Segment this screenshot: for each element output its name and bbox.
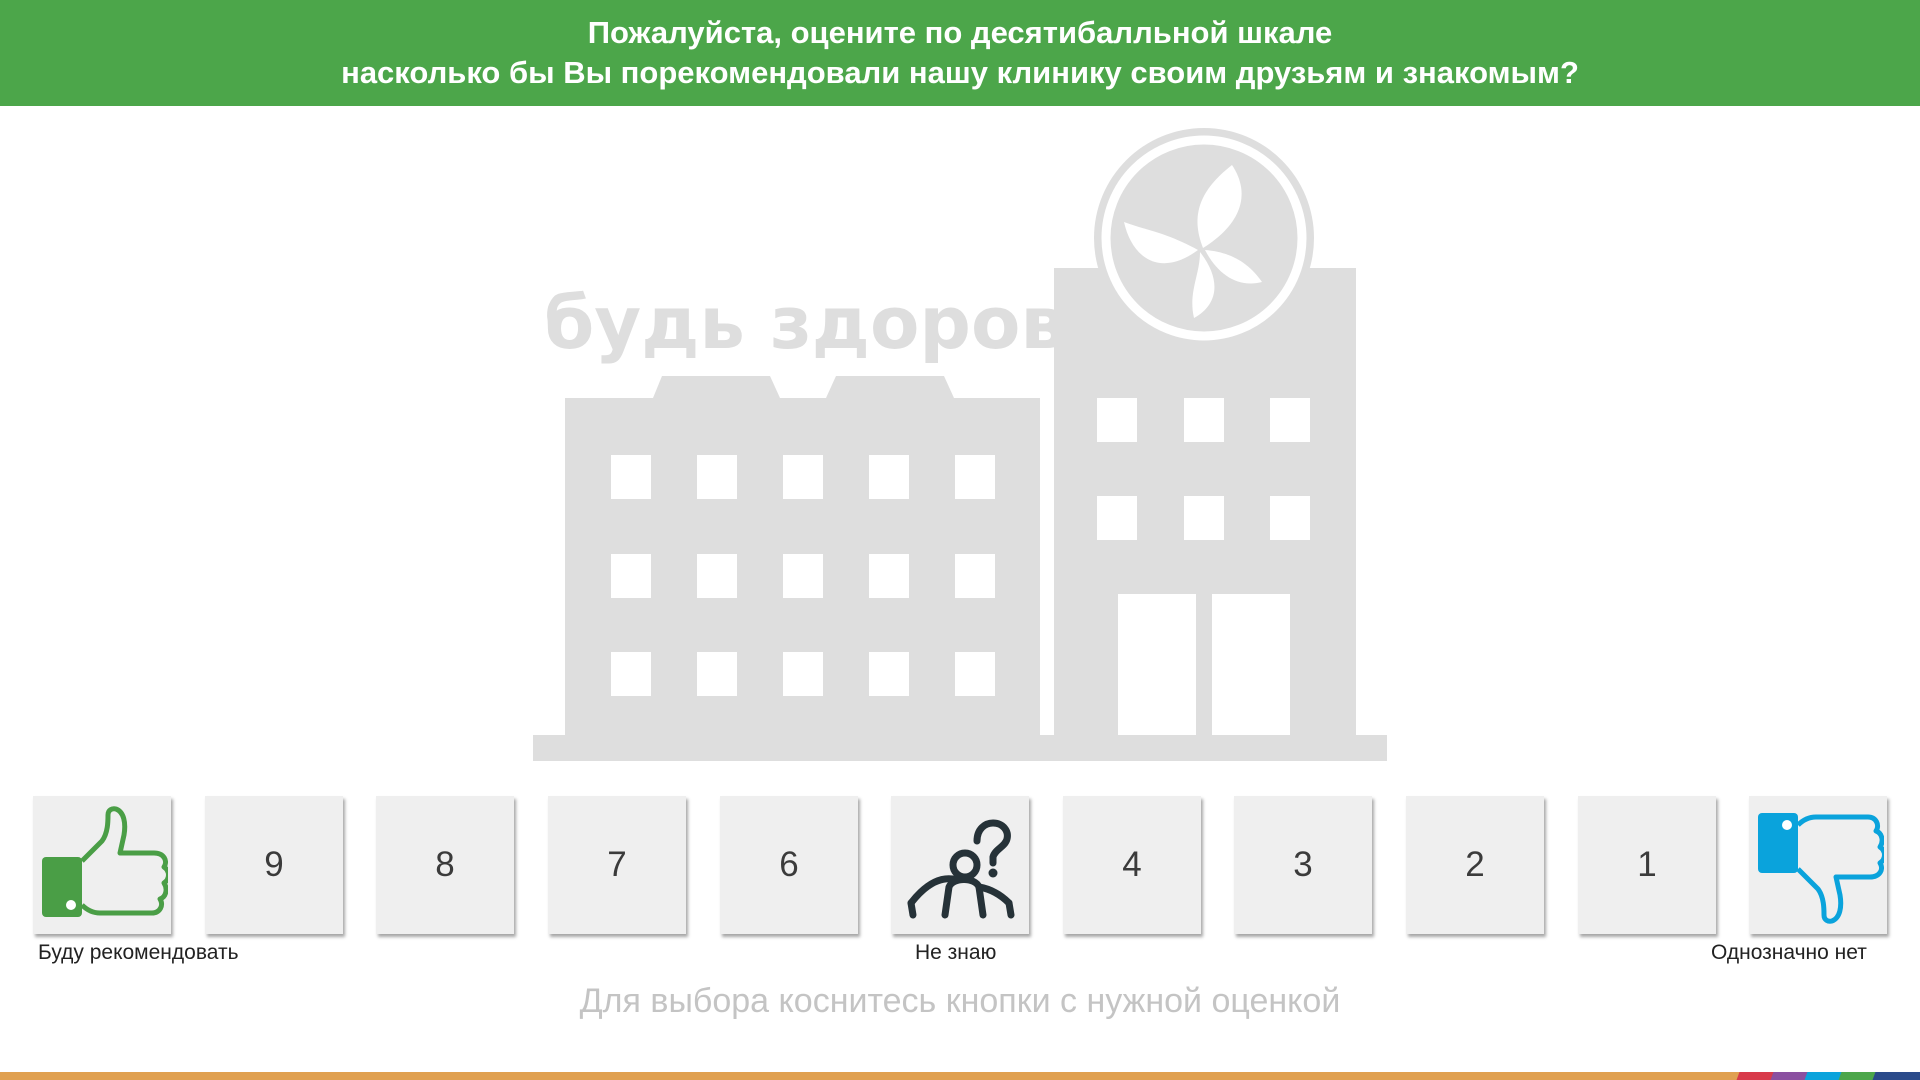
rating-button-2[interactable]: 2	[1406, 796, 1544, 934]
rating-button-10[interactable]	[33, 796, 171, 934]
question-line-1: Пожалуйста, оцените по десятибалльной шк…	[587, 15, 1333, 50]
selection-hint: Для выбора коснитесь кнопки с нужной оце…	[579, 982, 1341, 1020]
question-person-icon	[907, 819, 1015, 919]
rating-button-0[interactable]	[1749, 796, 1887, 934]
question-line-2: насколько бы Вы порекомендовали нашу кли…	[341, 55, 1579, 90]
bottom-decorative-bar	[0, 1072, 1920, 1080]
caption-dont-know: Не знаю	[915, 941, 997, 964]
caption-recommend: Буду рекомендовать	[38, 941, 239, 964]
thumbs-down-icon	[1758, 813, 1884, 924]
caption-definitely-not: Однозначно нет	[1711, 941, 1867, 964]
rating-button-1[interactable]: 1	[1578, 796, 1716, 934]
rating-button-3[interactable]: 3	[1234, 796, 1372, 934]
rating-button-7[interactable]: 7	[548, 796, 686, 934]
question-header: Пожалуйста, оцените по десятибалльной шк…	[0, 0, 1920, 106]
clinic-illustration: будь здоров	[0, 106, 1920, 766]
rating-button-4[interactable]: 4	[1063, 796, 1201, 934]
rating-button-6[interactable]: 6	[720, 796, 858, 934]
rating-button-dont-know[interactable]	[891, 796, 1029, 934]
rating-button-8[interactable]: 8	[376, 796, 514, 934]
thumbs-up-icon	[42, 806, 168, 917]
clinic-building-icon: будь здоров	[533, 128, 1387, 761]
rating-button-9[interactable]: 9	[205, 796, 343, 934]
logo-text: будь здоров	[544, 281, 1066, 365]
bar-segment	[1872, 1072, 1920, 1080]
